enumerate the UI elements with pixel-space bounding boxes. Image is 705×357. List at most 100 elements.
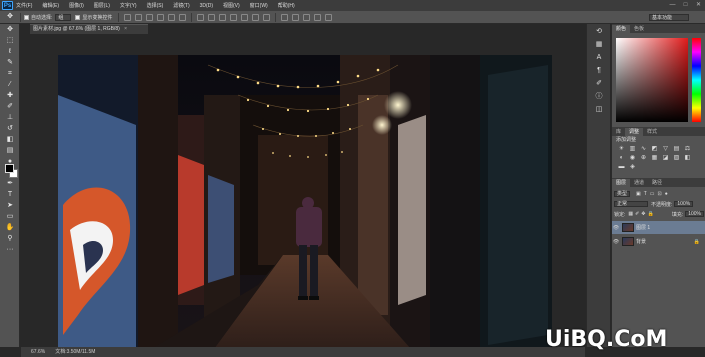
align-top-icon[interactable] [124,13,132,21]
menu-edit[interactable]: 编辑(E) [42,2,59,9]
tab-color[interactable]: 颜色 [612,25,631,33]
zoom-level[interactable]: 67.6% [31,347,45,357]
gradient-tool-icon[interactable]: ▤ [2,146,18,156]
eye-icon[interactable]: 👁 [612,225,620,231]
move-tool-icon[interactable]: ✥ [2,25,18,35]
curves-icon[interactable]: ∿ [639,146,648,153]
menu-filter[interactable]: 滤镜(T) [173,2,189,9]
marquee-tool-icon[interactable]: ⬚ [2,36,18,46]
close-button[interactable]: ✕ [692,0,705,11]
levels-icon[interactable]: ▥ [628,146,637,153]
blend-mode-dropdown[interactable]: 正常 [614,201,648,207]
layer-row[interactable]: 👁 背景 🔒 [612,235,705,248]
healing-brush-tool-icon[interactable]: ✚ [2,91,18,101]
history-icon[interactable]: ⟲ [590,27,608,37]
menu-type[interactable]: 文字(Y) [120,2,137,9]
show-transform-checkbox[interactable] [75,14,81,20]
color-lookup-icon[interactable]: ▦ [650,155,659,162]
tab-adjustments[interactable]: 调整 [625,128,644,136]
brush-presets-icon[interactable]: ✐ [590,79,608,89]
3d-slide-icon[interactable] [314,13,322,21]
hue-saturation-icon[interactable]: ▤ [672,146,681,153]
photo-filter-icon[interactable]: ◉ [628,155,637,162]
align-middle-icon[interactable] [135,13,143,21]
3d-scale-icon[interactable] [325,13,333,21]
tab-libraries[interactable]: 库 [612,128,625,136]
distribute-left-icon[interactable] [230,13,238,21]
channel-mixer-icon[interactable]: ⊕ [639,155,648,162]
threshold-icon[interactable]: ◧ [683,155,692,162]
tab-paths[interactable]: 路径 [648,179,666,187]
layer-kind-dropdown[interactable]: 类型 [614,191,631,197]
menu-help[interactable]: 帮助(H) [278,2,295,9]
menu-3d[interactable]: 3D(D) [200,3,213,9]
menu-window[interactable]: 窗口(W) [250,2,268,9]
distribute-middle-icon[interactable] [208,13,216,21]
selective-color-icon[interactable]: ◈ [628,164,637,171]
workspace-dropdown[interactable]: 基本功能 [649,13,689,21]
move-tool-preset-icon[interactable]: ✥ [3,12,17,22]
lasso-tool-icon[interactable]: ℓ [2,47,18,57]
tab-swatches[interactable]: 色板 [630,25,648,33]
gradient-map-icon[interactable]: ▬ [617,164,626,171]
minimize-button[interactable]: — [666,0,679,11]
layer-comps-icon[interactable]: ◫ [590,105,608,115]
quick-select-tool-icon[interactable]: ✎ [2,58,18,68]
menu-layer[interactable]: 图层(L) [94,2,110,9]
hue-slider[interactable] [692,38,701,122]
more-tools-icon[interactable]: ··· [2,245,18,255]
shape-tool-icon[interactable]: ▭ [2,212,18,222]
properties-icon[interactable]: ▦ [590,40,608,50]
distribute-bottom-icon[interactable] [219,13,227,21]
color-balance-icon[interactable]: ⚖ [683,146,692,153]
distribute-top-icon[interactable] [197,13,205,21]
hand-tool-icon[interactable]: ✋ [2,223,18,233]
history-brush-tool-icon[interactable]: ↺ [2,124,18,134]
exposure-icon[interactable]: ◩ [650,146,659,153]
lock-icons[interactable]: ▦✐✥🔒 [628,211,655,217]
eyedropper-tool-icon[interactable]: ⁄ [2,80,18,90]
distribute-right-icon[interactable] [252,13,260,21]
document-canvas[interactable] [58,55,552,357]
tab-layers[interactable]: 图层 [612,179,631,187]
black-white-icon[interactable]: ◐ [617,155,626,162]
align-right-icon[interactable] [179,13,187,21]
eraser-tool-icon[interactable]: ◧ [2,135,18,145]
3d-roll-icon[interactable] [292,13,300,21]
eye-icon[interactable]: 👁 [612,239,620,245]
brush-tool-icon[interactable]: ✐ [2,102,18,112]
filter-icons[interactable]: ▣T▭⊡● [636,191,671,197]
layer-row[interactable]: 👁 图层 1 [612,221,705,234]
brightness-icon[interactable]: ☀ [617,146,626,153]
document-tab[interactable]: 图片素材.jpg @ 67.6% (图层 1, RGB/8) × [30,24,148,34]
info-icon[interactable]: ⓘ [590,92,608,102]
tab-styles[interactable]: 样式 [643,128,661,136]
menu-select[interactable]: 选择(S) [147,2,164,9]
foreground-color-swatch[interactable] [5,164,14,173]
path-selection-tool-icon[interactable]: ➤ [2,201,18,211]
auto-align-icon[interactable] [263,13,271,21]
zoom-tool-icon[interactable]: ⚲ [2,234,18,244]
menu-view[interactable]: 视图(V) [223,2,240,9]
invert-icon[interactable]: ◪ [661,155,670,162]
paragraph-icon[interactable]: ¶ [590,66,608,76]
opacity-input[interactable]: 100% [674,201,694,207]
fill-input[interactable]: 100% [685,211,704,217]
color-picker-field[interactable] [616,38,688,122]
align-center-icon[interactable] [168,13,176,21]
3d-pan-icon[interactable] [303,13,311,21]
3d-orbit-icon[interactable] [281,13,289,21]
pen-tool-icon[interactable]: ✒ [2,179,18,189]
menu-file[interactable]: 文件(F) [16,2,32,9]
maximize-button[interactable]: □ [679,0,692,11]
posterize-icon[interactable]: ▨ [672,155,681,162]
auto-select-checkbox[interactable] [24,14,29,20]
crop-tool-icon[interactable]: ⌗ [2,69,18,79]
tab-channels[interactable]: 通道 [630,179,648,187]
close-icon[interactable]: × [124,26,127,32]
distribute-center-icon[interactable] [241,13,249,21]
menu-image[interactable]: 图像(I) [69,2,84,9]
auto-select-dropdown[interactable]: 组 [55,13,72,21]
align-left-icon[interactable] [157,13,165,21]
character-icon[interactable]: A [590,53,608,63]
